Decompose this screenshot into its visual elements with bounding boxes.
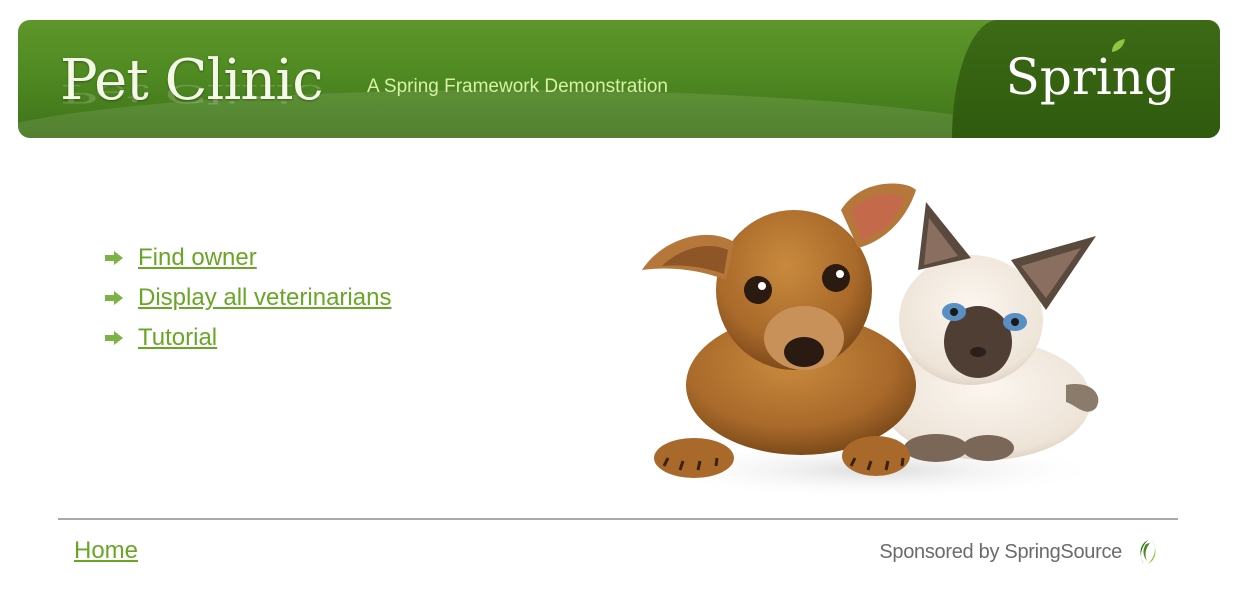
menu-item-veterinarians: Display all veterinarians bbox=[104, 278, 391, 318]
home-link[interactable]: Home bbox=[74, 537, 138, 565]
display-veterinarians-link[interactable]: Display all veterinarians bbox=[138, 284, 391, 312]
springsource-logo-icon[interactable] bbox=[1134, 538, 1162, 566]
sponsor-block: Sponsored by SpringSource bbox=[879, 538, 1162, 566]
spring-logo: Spring bbox=[1005, 48, 1176, 106]
find-owner-link[interactable]: Find owner bbox=[138, 244, 257, 272]
arrow-right-icon bbox=[105, 251, 123, 265]
app-subtitle: A Spring Framework Demonstration bbox=[367, 76, 668, 97]
main-menu: Find owner Display all veterinarians Tut… bbox=[104, 238, 391, 358]
header-banner: Pet Clinic Pet Clinic A Spring Framework… bbox=[18, 20, 1220, 138]
menu-item-find-owner: Find owner bbox=[104, 238, 391, 278]
sponsor-text: Sponsored by SpringSource bbox=[879, 540, 1122, 563]
pets-image bbox=[642, 183, 1106, 500]
tutorial-link[interactable]: Tutorial bbox=[138, 324, 217, 352]
kitten bbox=[881, 202, 1099, 462]
page: Pet Clinic Pet Clinic A Spring Framework… bbox=[0, 0, 1240, 602]
app-title: Pet Clinic bbox=[60, 48, 324, 113]
menu-item-tutorial: Tutorial bbox=[104, 318, 391, 358]
footer-divider bbox=[58, 518, 1178, 520]
arrow-right-icon bbox=[105, 291, 123, 305]
puppy bbox=[642, 183, 916, 478]
arrow-right-icon bbox=[105, 331, 123, 345]
